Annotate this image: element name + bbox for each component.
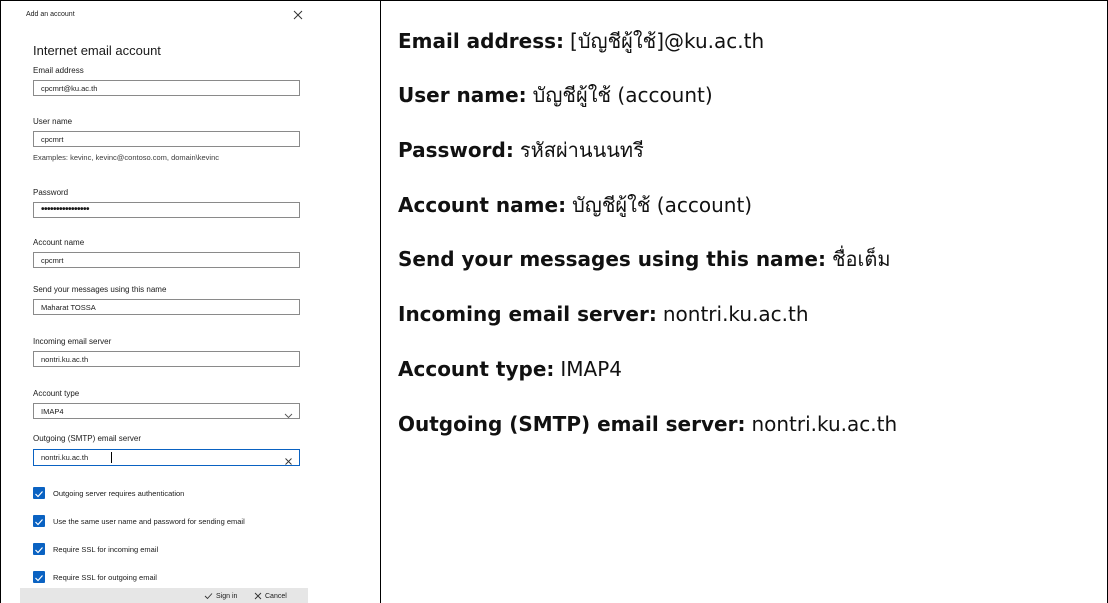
- username-value: cpcmrt: [41, 135, 64, 144]
- outgoing-server-field[interactable]: nontri.ku.ac.th: [33, 449, 300, 466]
- password-value: ••••••••••••••••: [41, 204, 90, 215]
- clear-icon[interactable]: [284, 453, 293, 465]
- incoming-server-value: nontri.ku.ac.th: [41, 355, 89, 364]
- info-line-outgoing-server: Outgoing (SMTP) email server: nontri.ku.a…: [398, 411, 897, 437]
- send-name-label: Send your messages using this name: [33, 285, 167, 294]
- info-key: Outgoing (SMTP) email server:: [398, 412, 746, 436]
- table-border-left: [0, 0, 1, 603]
- close-icon[interactable]: [292, 8, 304, 20]
- info-value: nontri.ku.ac.th: [662, 302, 809, 326]
- table-border-top: [0, 0, 1108, 1]
- table-column-divider: [380, 0, 381, 603]
- dialog-footer: Sign in Cancel: [20, 588, 308, 603]
- account-type-value: IMAP4: [41, 407, 64, 416]
- chevron-down-icon: [284, 407, 293, 419]
- info-value: บัญชีผู้ใช้ (account): [572, 193, 753, 217]
- info-line-email: Email address: [บัญชีผู้ใช้]@ku.ac.th: [398, 28, 764, 54]
- username-label: User name: [33, 117, 73, 126]
- email-label: Email address: [33, 66, 84, 75]
- info-line-send-name: Send your messages using this name: ชื่อเ…: [398, 246, 891, 272]
- checkbox-label: Require SSL for incoming email: [53, 545, 159, 554]
- username-hint: Examples: kevinc, kevinc@contoso.com, do…: [33, 153, 220, 162]
- checkbox-checked-icon[interactable]: [33, 515, 45, 527]
- cancel-button[interactable]: Cancel: [254, 592, 287, 603]
- info-value: nontri.ku.ac.th: [751, 412, 898, 436]
- info-line-account-type: Account type: IMAP4: [398, 356, 622, 382]
- info-value: บัญชีผู้ใช้ (account): [532, 83, 713, 107]
- sign-in-button[interactable]: Sign in: [204, 592, 237, 603]
- info-value: IMAP4: [560, 357, 623, 381]
- email-field[interactable]: cpcmrt@ku.ac.th: [33, 80, 300, 96]
- document-page: Add an account Internet email account Em…: [0, 0, 1108, 603]
- account-name-field[interactable]: cpcmrt: [33, 252, 300, 268]
- text-caret: [111, 452, 112, 463]
- info-line-username: User name: บัญชีผู้ใช้ (account): [398, 82, 713, 108]
- info-key: Email address:: [398, 29, 565, 53]
- account-type-select[interactable]: IMAP4: [33, 403, 300, 419]
- close-icon: [254, 592, 262, 600]
- sign-in-label: Sign in: [216, 592, 238, 600]
- password-field[interactable]: ••••••••••••••••: [33, 202, 300, 218]
- info-key: Account name:: [398, 193, 567, 217]
- info-key: Account type:: [398, 357, 555, 381]
- send-name-value: Maharat TOSSA: [41, 303, 96, 312]
- info-value: [บัญชีผู้ใช้]@ku.ac.th: [570, 29, 765, 53]
- account-name-value: cpcmrt: [41, 256, 64, 265]
- info-line-incoming-server: Incoming email server: nontri.ku.ac.th: [398, 301, 809, 327]
- checkbox-checked-icon[interactable]: [33, 487, 45, 499]
- info-line-password: Password: รหัสผ่านนนทรี: [398, 137, 644, 163]
- account-type-label: Account type: [33, 389, 80, 398]
- info-key: Password:: [398, 138, 514, 162]
- account-name-label: Account name: [33, 238, 85, 247]
- checkbox-checked-icon[interactable]: [33, 543, 45, 555]
- checkbox-label: Require SSL for outgoing email: [53, 573, 157, 582]
- incoming-server-label: Incoming email server: [33, 337, 112, 346]
- incoming-server-field[interactable]: nontri.ku.ac.th: [33, 351, 300, 367]
- add-account-dialog: Add an account Internet email account Em…: [20, 2, 308, 603]
- info-line-account-name: Account name: บัญชีผู้ใช้ (account): [398, 192, 752, 218]
- checkbox-label: Use the same user name and password for …: [53, 517, 245, 526]
- outgoing-server-label: Outgoing (SMTP) email server: [33, 434, 142, 443]
- password-label: Password: [33, 188, 69, 197]
- username-field[interactable]: cpcmrt: [33, 131, 300, 147]
- email-value: cpcmrt@ku.ac.th: [41, 84, 98, 93]
- checkbox-label: Outgoing server requires authentication: [53, 489, 185, 498]
- info-value: รหัสผ่านนนทรี: [519, 138, 644, 162]
- dialog-heading: Internet email account: [33, 43, 161, 58]
- info-key: Incoming email server:: [398, 302, 657, 326]
- dialog-title: Add an account: [26, 11, 75, 18]
- cancel-label: Cancel: [265, 592, 287, 600]
- send-name-field[interactable]: Maharat TOSSA: [33, 299, 300, 315]
- info-value: ชื่อเต็ม: [831, 247, 891, 271]
- info-key: Send your messages using this name:: [398, 247, 826, 271]
- info-key: User name:: [398, 83, 527, 107]
- checkbox-checked-icon[interactable]: [33, 571, 45, 583]
- checkmark-icon: [204, 593, 213, 600]
- outgoing-server-value: nontri.ku.ac.th: [41, 453, 89, 462]
